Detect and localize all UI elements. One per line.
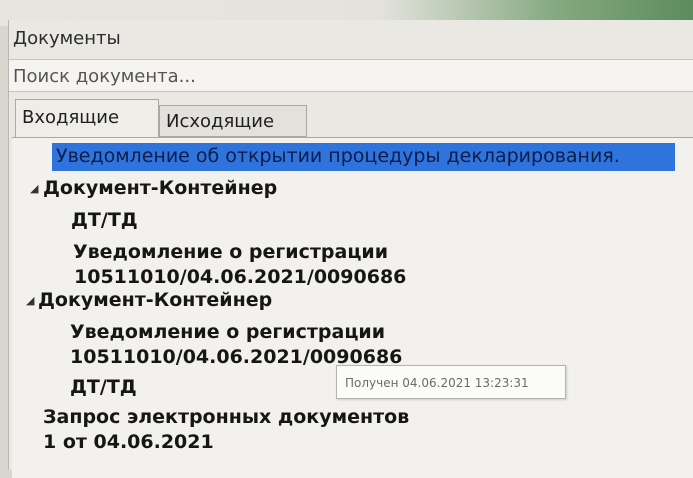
panel-title: Документы [13, 28, 121, 49]
tree-item-request-date: 1 от 04.06.2021 [43, 431, 214, 453]
received-tooltip: Получен 04.06.2021 13:23:31 [336, 365, 566, 399]
document-search-input[interactable]: Поиск документа... [9, 59, 693, 92]
document-tree: Уведомление об открытии процедуры деклар… [12, 137, 693, 478]
tree-item[interactable]: 10511010/04.06.2021/0090686 [74, 266, 406, 288]
tree-item[interactable]: Уведомление о регистрации [70, 321, 385, 343]
tree-item[interactable]: Уведомление о регистрации [73, 241, 388, 263]
expand-triangle-icon[interactable]: ◢ [30, 182, 38, 195]
tab-outgoing[interactable]: Исходящие [159, 105, 307, 137]
tab-incoming[interactable]: Входящие [15, 99, 159, 137]
tree-item-request[interactable]: Запрос электронных документов [43, 406, 409, 428]
tree-item[interactable]: ДТ/ТД [71, 209, 138, 231]
tree-item[interactable]: ДТ/ТД [70, 376, 137, 398]
tree-item-selected[interactable]: Уведомление об открытии процедуры деклар… [56, 145, 620, 167]
tree-group-container-2[interactable]: Документ-Контейнер [38, 289, 272, 311]
tree-group-container-1[interactable]: Документ-Контейнер [43, 177, 277, 199]
tab-bar: Входящие Исходящие [9, 99, 693, 139]
expand-triangle-icon[interactable]: ◢ [26, 294, 34, 307]
